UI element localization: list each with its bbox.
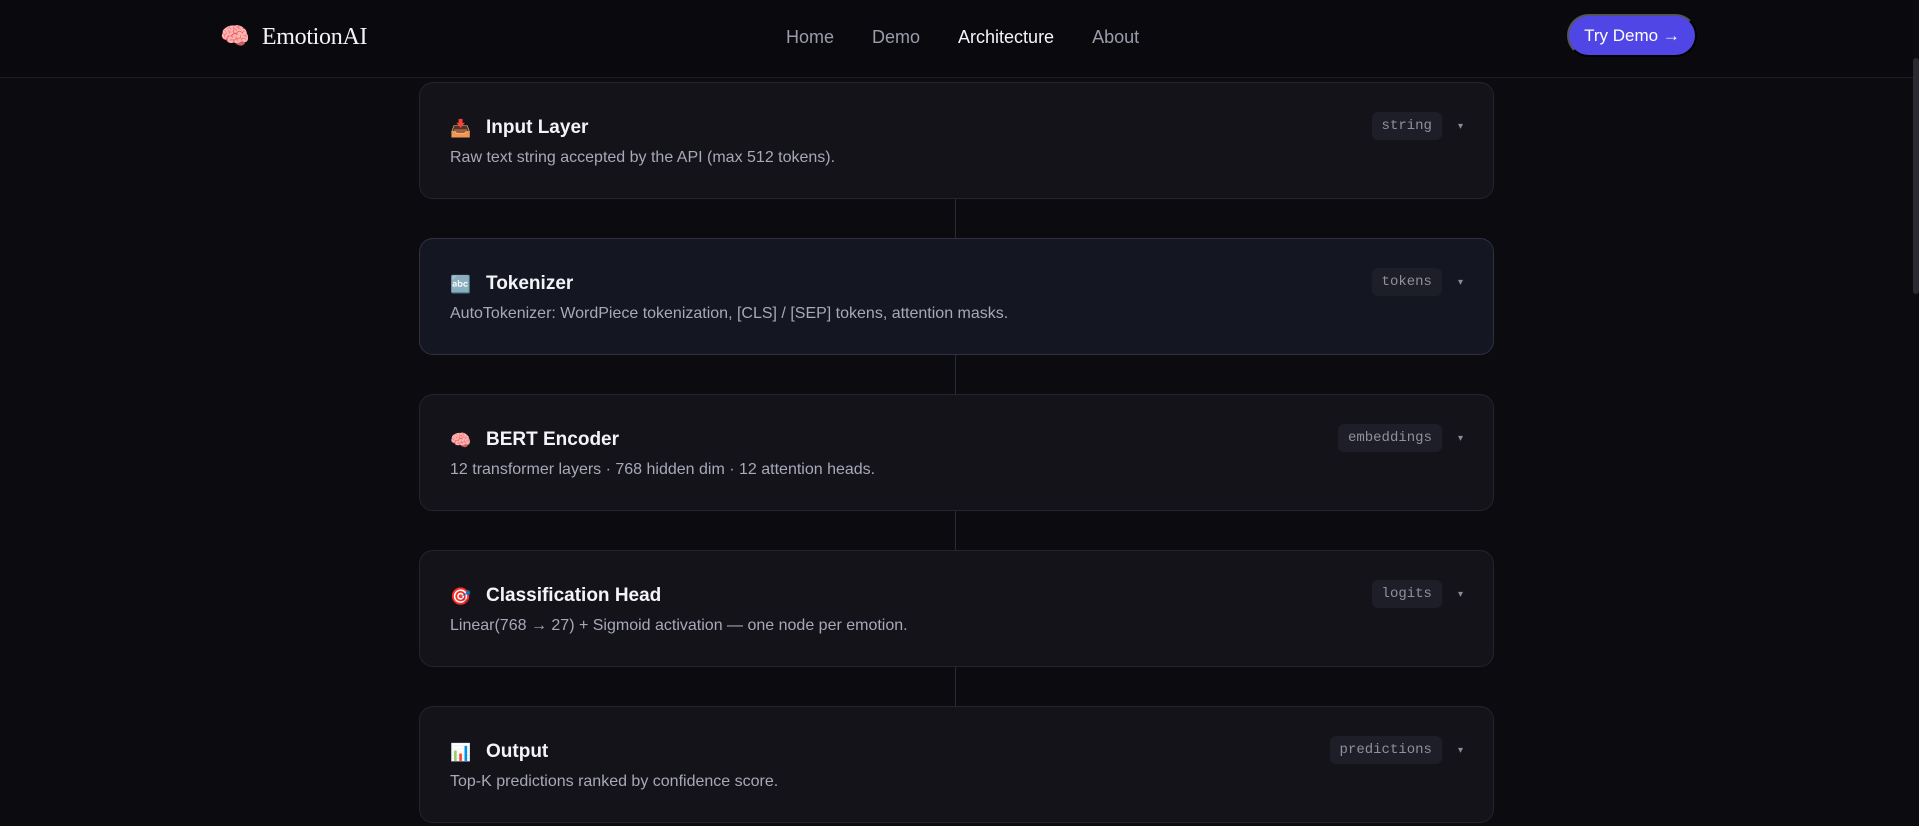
card-meta: predictions ▾ <box>1329 735 1463 765</box>
nav-link-demo[interactable]: Demo <box>872 27 920 48</box>
brand-name: EmotionAI <box>261 23 368 50</box>
pipeline-connector <box>955 355 956 394</box>
card-meta: string ▾ <box>1371 111 1463 141</box>
inbox-tray-icon: 📥 <box>450 118 472 138</box>
card-title: Tokenizer <box>486 273 574 294</box>
card-header: 📥 Input Layer <box>450 115 588 141</box>
nav-links: Home Demo Architecture About <box>786 24 1139 50</box>
card-header: 🧠 BERT Encoder <box>450 427 619 453</box>
brain-icon: 🧠 <box>450 430 472 450</box>
pipeline-card-bert-encoder[interactable]: 🧠 BERT Encoder 12 transformer layers · 7… <box>419 394 1494 511</box>
pipeline-card-tokenizer[interactable]: 🔤 Tokenizer AutoTokenizer: WordPiece tok… <box>419 238 1494 355</box>
abc-icon: 🔤 <box>450 274 472 294</box>
output-type-tag: predictions <box>1329 736 1442 764</box>
card-description: Linear(768 → 27) + Sigmoid activation — … <box>450 617 908 634</box>
pipeline-connector <box>955 511 956 550</box>
card-description: 12 transformer layers · 768 hidden dim ·… <box>450 461 876 478</box>
pipeline-card-input-layer[interactable]: 📥 Input Layer Raw text string accepted b… <box>419 82 1494 199</box>
brain-icon: 🧠 <box>220 23 250 50</box>
pipeline-connector <box>955 667 956 706</box>
card-meta: logits ▾ <box>1371 579 1463 609</box>
nav-link-architecture[interactable]: Architecture <box>958 27 1054 48</box>
pipeline-connector <box>955 199 956 238</box>
card-title: Classification Head <box>486 585 662 606</box>
chevron-down-icon[interactable]: ▾ <box>1458 589 1463 600</box>
chevron-down-icon[interactable]: ▾ <box>1458 433 1463 444</box>
card-description: Top-K predictions ranked by confidence s… <box>450 773 779 790</box>
output-type-tag: tokens <box>1371 268 1442 296</box>
chevron-down-icon[interactable]: ▾ <box>1458 277 1463 288</box>
target-icon: 🎯 <box>450 586 472 606</box>
card-title: BERT Encoder <box>486 429 620 450</box>
chevron-down-icon[interactable]: ▾ <box>1458 121 1463 132</box>
brand-logo[interactable]: 🧠 EmotionAI <box>220 22 367 52</box>
card-description: AutoTokenizer: WordPiece tokenization, [… <box>450 305 1009 322</box>
card-header: 📊 Output <box>450 739 548 765</box>
output-type-tag: logits <box>1371 580 1442 608</box>
try-demo-button[interactable]: Try Demo → <box>1567 14 1697 57</box>
nav-link-home[interactable]: Home <box>786 27 834 48</box>
nav-link-about[interactable]: About <box>1092 27 1139 48</box>
card-title: Output <box>486 741 549 762</box>
card-meta: embeddings ▾ <box>1337 423 1463 453</box>
pipeline-card-output[interactable]: 📊 Output Top-K predictions ranked by con… <box>419 706 1494 823</box>
output-type-tag: string <box>1371 112 1442 140</box>
scrollbar-thumb[interactable] <box>1913 58 1919 294</box>
card-header: 🔤 Tokenizer <box>450 271 573 297</box>
chevron-down-icon[interactable]: ▾ <box>1458 745 1463 756</box>
card-description: Raw text string accepted by the API (max… <box>450 149 836 166</box>
top-navbar: 🧠 EmotionAI Home Demo Architecture About… <box>0 0 1915 78</box>
card-header: 🎯 Classification Head <box>450 583 661 609</box>
bar-chart-icon: 📊 <box>450 742 472 762</box>
pipeline-card-classification-head[interactable]: 🎯 Classification Head Linear(768 → 27) +… <box>419 550 1494 667</box>
card-title: Input Layer <box>486 117 589 138</box>
output-type-tag: embeddings <box>1337 424 1442 452</box>
card-meta: tokens ▾ <box>1371 267 1463 297</box>
